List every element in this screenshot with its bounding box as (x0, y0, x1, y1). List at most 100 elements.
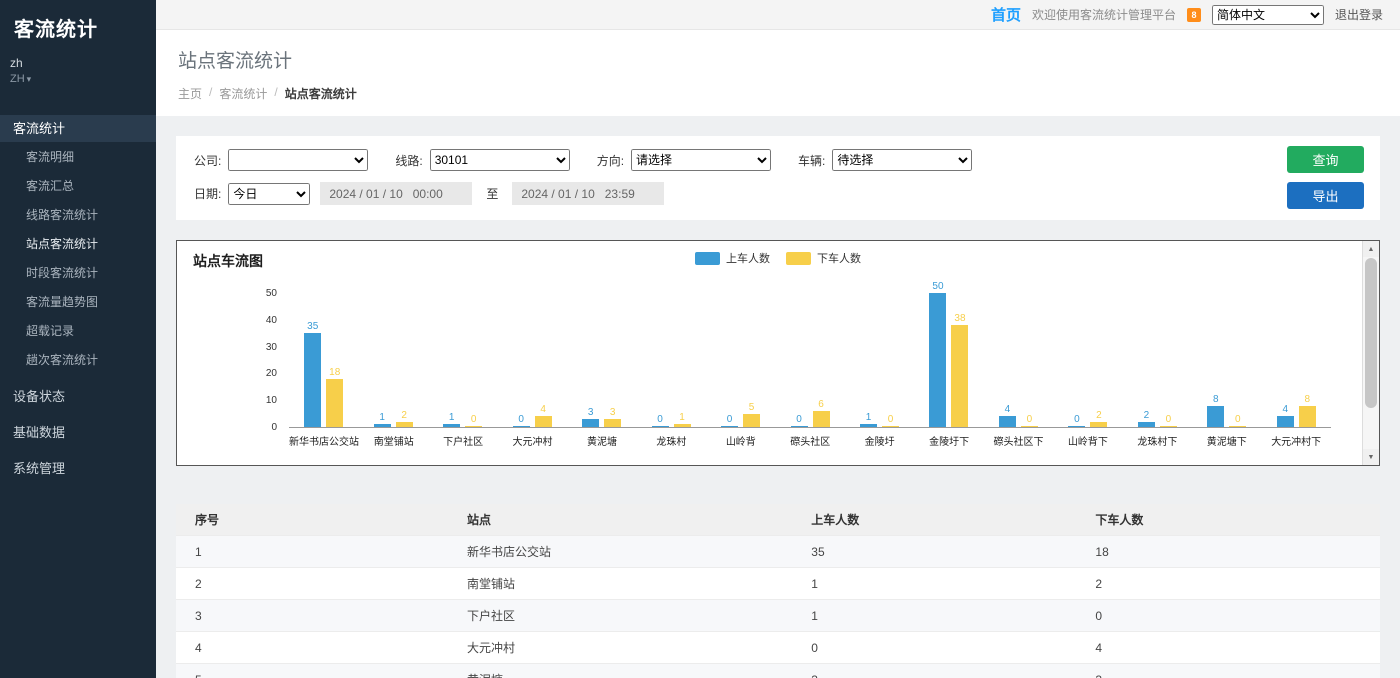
bar-group: 12 (358, 294, 427, 427)
bar: 18 (326, 367, 343, 427)
scroll-down-icon[interactable]: ▼ (1363, 449, 1379, 465)
direction-select[interactable]: 请选择 (631, 149, 771, 171)
sidebar-section[interactable]: 系统管理 (0, 455, 156, 482)
bar: 0 (882, 414, 899, 427)
direction-filter: 方向: 请选择 (597, 149, 771, 171)
sidebar-item[interactable]: 客流明细 (0, 142, 156, 171)
bar-value-label: 0 (518, 414, 524, 425)
export-button[interactable]: 导出 (1287, 182, 1364, 209)
table-cell: 2 (1087, 568, 1380, 600)
date-start-input[interactable] (320, 182, 472, 205)
y-tick-label: 50 (266, 288, 277, 299)
bar-rect (513, 426, 530, 427)
bar: 3 (604, 407, 621, 427)
legend-swatch (695, 252, 720, 265)
page-header: 站点客流统计 主页/客流统计/站点客流统计 (156, 30, 1400, 116)
date-preset-select[interactable]: 今日 (228, 183, 310, 205)
breadcrumb-item[interactable]: 主页 (178, 85, 202, 102)
bar-rect (582, 419, 599, 427)
bar: 0 (1068, 414, 1085, 427)
bar-rect (951, 325, 968, 427)
sidebar-item[interactable]: 站点客流统计 (0, 229, 156, 258)
x-axis-label: 大元冲村下 (1261, 428, 1330, 448)
legend-swatch (786, 252, 811, 265)
bar-value-label: 6 (818, 399, 824, 410)
x-axis-label: 南堂铺站 (359, 428, 428, 448)
bar-value-label: 5 (749, 402, 755, 413)
table-cell: 2 (176, 568, 459, 600)
language-code: ZH (10, 73, 25, 85)
date-filter: 日期: 今日 至 (194, 182, 664, 205)
x-axis-label: 下户社区 (428, 428, 497, 448)
sidebar-item[interactable]: 客流量趋势图 (0, 287, 156, 316)
line-select[interactable]: 30101 (430, 149, 570, 171)
bar-rect (1090, 422, 1107, 427)
language-switcher[interactable]: ZH▾ (0, 70, 156, 85)
bar-value-label: 0 (727, 414, 733, 425)
sidebar-section[interactable]: 基础数据 (0, 419, 156, 446)
bar-group: 20 (1123, 294, 1192, 427)
bar: 0 (1021, 414, 1038, 427)
sidebar-section[interactable]: 客流统计 (0, 115, 156, 142)
bar: 0 (791, 414, 808, 427)
company-select[interactable] (228, 149, 368, 171)
x-axis-label: 金陵圩 (845, 428, 914, 448)
bar-value-label: 0 (1166, 414, 1172, 425)
bar: 2 (1090, 410, 1107, 427)
logout-link[interactable]: 退出登录 (1335, 6, 1383, 23)
bar-value-label: 8 (1213, 394, 1219, 405)
legend-label: 下车人数 (817, 250, 861, 266)
bar-group: 33 (567, 294, 636, 427)
table-cell: 3 (1087, 664, 1380, 678)
results-table: 序号 站点 上车人数 下车人数 1新华书店公交站35182南堂铺站123下户社区… (176, 504, 1380, 678)
vehicle-select[interactable]: 待选择 (832, 149, 972, 171)
table-cell: 1 (176, 536, 459, 568)
bar-value-label: 8 (1305, 394, 1311, 405)
col-header-index: 序号 (176, 504, 459, 536)
x-axis-label: 龙珠村下 (1123, 428, 1192, 448)
scroll-up-icon[interactable]: ▲ (1363, 241, 1379, 257)
sidebar-item[interactable]: 客流汇总 (0, 171, 156, 200)
bar-rect (1138, 422, 1155, 427)
company-filter: 公司: (194, 149, 368, 171)
bar-rect (860, 424, 877, 427)
query-button[interactable]: 查询 (1287, 146, 1364, 173)
home-link[interactable]: 首页 (991, 4, 1021, 25)
bar-group: 06 (775, 294, 844, 427)
bar-group: 01 (636, 294, 705, 427)
table-row: 5黄泥塘33 (176, 664, 1380, 678)
sidebar-item[interactable]: 时段客流统计 (0, 258, 156, 287)
date-end-input[interactable] (512, 182, 664, 205)
sidebar-item[interactable]: 超载记录 (0, 316, 156, 345)
bar-value-label: 3 (610, 407, 616, 418)
bar-group: 3518 (289, 294, 358, 427)
table-cell: 0 (1087, 600, 1380, 632)
vehicle-filter: 车辆: 待选择 (798, 149, 972, 171)
col-header-alighting: 下车人数 (1087, 504, 1380, 536)
topbar: 首页 欢迎使用客流统计管理平台 8 简体中文 退出登录 (156, 0, 1400, 30)
page-title: 站点客流统计 (178, 46, 1378, 73)
bar: 0 (513, 414, 530, 427)
breadcrumb-separator: / (209, 85, 212, 102)
y-tick-label: 20 (266, 368, 277, 379)
bar: 1 (674, 412, 691, 427)
bar: 2 (1138, 410, 1155, 427)
language-select[interactable]: 简体中文 (1212, 5, 1324, 25)
sidebar-section[interactable]: 设备状态 (0, 383, 156, 410)
welcome-text: 欢迎使用客流统计管理平台 (1032, 6, 1176, 23)
bar-value-label: 1 (449, 412, 455, 423)
sidebar-item[interactable]: 趟次客流统计 (0, 345, 156, 374)
bar: 35 (304, 321, 321, 427)
bar-value-label: 1 (379, 412, 385, 423)
bar-rect (929, 293, 946, 427)
bar-rect (674, 424, 691, 427)
breadcrumb-item[interactable]: 客流统计 (219, 85, 267, 102)
bar-group: 05 (706, 294, 775, 427)
sidebar-item[interactable]: 线路客流统计 (0, 200, 156, 229)
bar-value-label: 2 (401, 410, 407, 421)
chart-scrollbar[interactable]: ▲ ▼ (1362, 241, 1379, 465)
scrollbar-thumb[interactable] (1365, 258, 1377, 408)
bar-rect (791, 426, 808, 427)
bar: 4 (1277, 404, 1294, 427)
table-cell: 新华书店公交站 (459, 536, 803, 568)
